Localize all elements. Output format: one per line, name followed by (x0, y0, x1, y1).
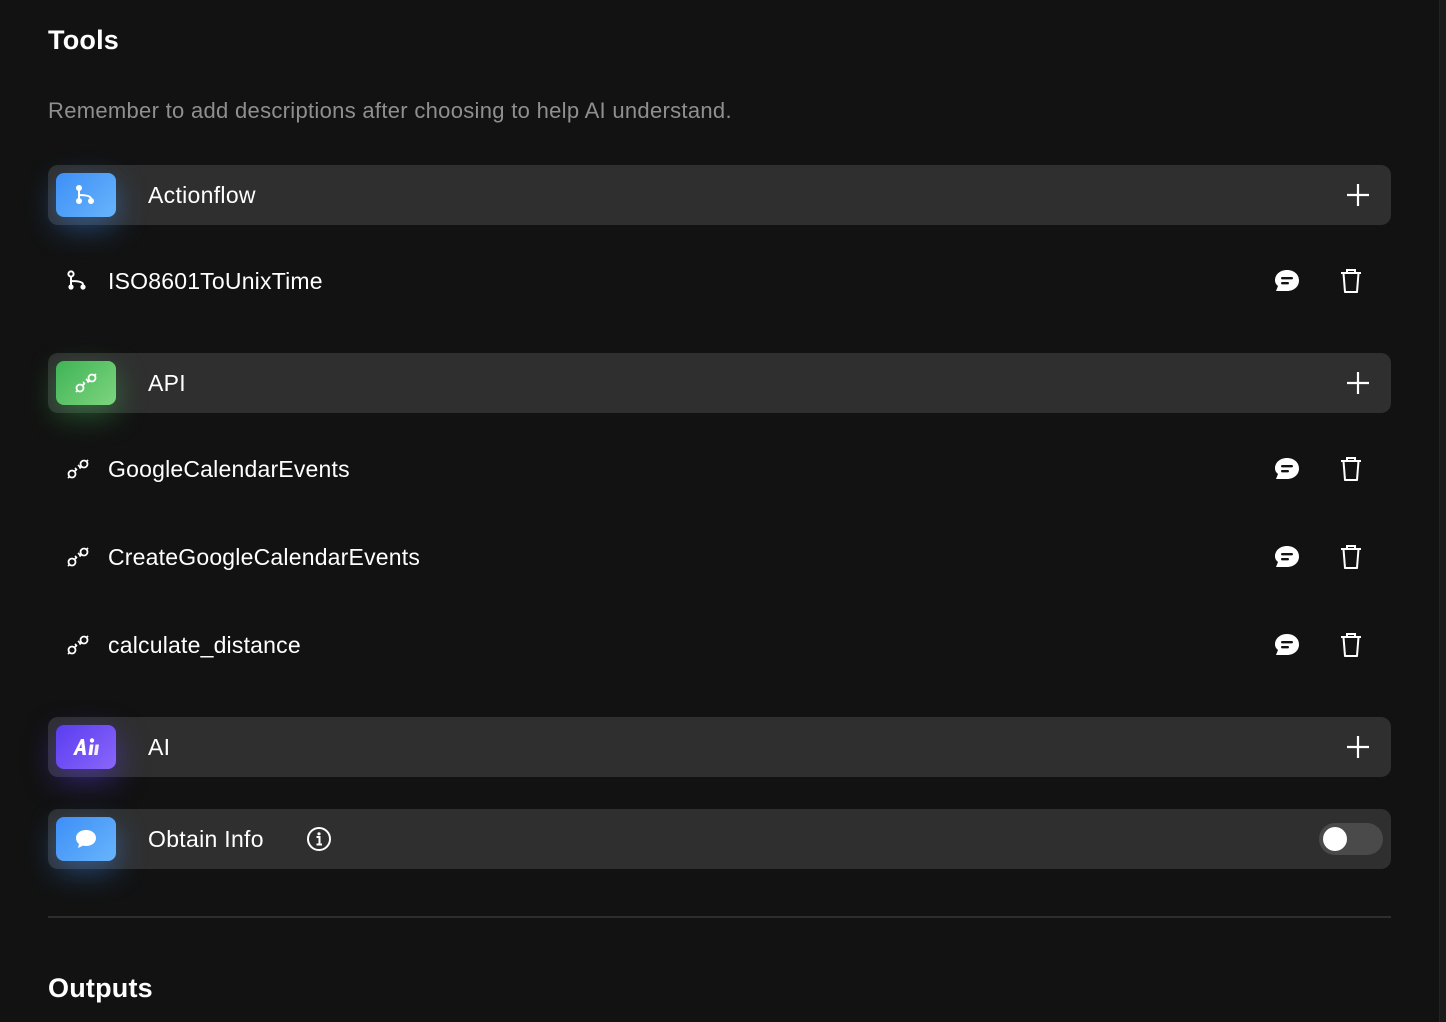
api-badge (56, 361, 116, 405)
group-ai: AI (48, 717, 1391, 777)
tools-section-title: Tools (48, 25, 119, 55)
group-label-ai: AI (148, 734, 171, 760)
ai-icon (73, 738, 99, 755)
trash-icon (1341, 545, 1361, 569)
trash-icon (1341, 457, 1361, 481)
group-actionflow: Actionflow (48, 165, 1391, 225)
api-plug-icon (64, 545, 92, 569)
group-label-obtain-info: Obtain Info (148, 826, 264, 852)
scrollbar-track[interactable] (1439, 0, 1446, 1022)
add-description-button[interactable] (1272, 267, 1302, 295)
description-bubble-icon (1275, 458, 1299, 479)
tool-label: ISO8601ToUnixTime (108, 268, 323, 294)
group-label-api: API (148, 370, 186, 396)
add-api-button[interactable] (1343, 368, 1373, 398)
add-description-button[interactable] (1272, 543, 1302, 571)
actionflow-icon (76, 185, 94, 204)
obtain-info-toggle[interactable] (1319, 823, 1383, 855)
api-plug-icon (64, 457, 92, 481)
tool-row-googlecalendarevents: GoogleCalendarEvents (48, 439, 1391, 499)
tool-row-iso8601tounixtime: ISO8601ToUnixTime (48, 251, 1391, 311)
plus-icon (1347, 372, 1369, 394)
actionflow-icon (64, 269, 92, 293)
info-button[interactable] (306, 826, 332, 852)
tools-hint: Remember to add descriptions after choos… (48, 98, 732, 123)
group-api: API (48, 353, 1391, 413)
info-icon (307, 827, 331, 851)
tool-label: calculate_distance (108, 632, 301, 658)
plus-icon (1347, 184, 1369, 206)
plus-icon (1347, 736, 1369, 758)
tools-panel: Tools Remember to add descriptions after… (0, 0, 1446, 1022)
tool-label: GoogleCalendarEvents (108, 456, 350, 482)
section-divider (48, 916, 1391, 918)
api-plug-icon (64, 633, 92, 657)
add-actionflow-button[interactable] (1343, 180, 1373, 210)
description-bubble-icon (1275, 270, 1299, 291)
chat-bubble-icon (76, 830, 96, 848)
outputs-section-title: Outputs (48, 973, 153, 1003)
description-bubble-icon (1275, 634, 1299, 655)
obtain-info-badge (56, 817, 116, 861)
toggle-knob (1323, 827, 1347, 851)
trash-icon (1341, 633, 1361, 657)
actionflow-badge (56, 173, 116, 217)
add-description-button[interactable] (1272, 631, 1302, 659)
add-description-button[interactable] (1272, 455, 1302, 483)
delete-button[interactable] (1336, 455, 1366, 483)
group-label-actionflow: Actionflow (148, 182, 256, 208)
api-plug-icon (75, 373, 97, 393)
delete-button[interactable] (1336, 267, 1366, 295)
tool-row-creategooglecalendarevents: CreateGoogleCalendarEvents (48, 527, 1391, 587)
group-obtain-info: Obtain Info (48, 809, 1391, 869)
description-bubble-icon (1275, 546, 1299, 567)
ai-badge (56, 725, 116, 769)
tool-row-calculate-distance: calculate_distance (48, 615, 1391, 675)
delete-button[interactable] (1336, 543, 1366, 571)
add-ai-button[interactable] (1343, 732, 1373, 762)
trash-icon (1341, 269, 1361, 293)
tool-label: CreateGoogleCalendarEvents (108, 544, 421, 570)
delete-button[interactable] (1336, 631, 1366, 659)
